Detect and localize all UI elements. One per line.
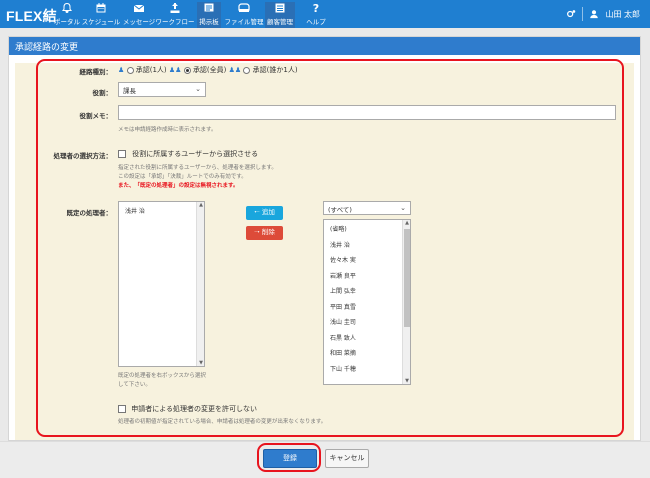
method-label: 処理者の選択方法： — [53, 152, 113, 160]
radio-label: 承認(1人) — [135, 66, 167, 74]
submit-button[interactable]: 登録 — [263, 449, 317, 468]
scroll-thumb[interactable] — [404, 229, 410, 327]
group-icon: ♟♟ — [168, 66, 182, 74]
nav-label: 掲示板 — [199, 18, 219, 26]
route-type-label: 経路種別： — [79, 68, 113, 76]
app-logo[interactable]: FLEX結 — [6, 6, 57, 26]
prevent-change-checkbox[interactable] — [118, 405, 126, 413]
customer-icon — [275, 3, 285, 13]
method-option: 役割に所属するユーザーから選択させる — [118, 149, 258, 159]
group-icon: ♟♟ — [228, 66, 242, 74]
radio-approve-anyone[interactable] — [243, 66, 251, 74]
add-button[interactable]: 🠐 追加 — [246, 206, 283, 220]
radio-label: 承認(誰か1人) — [252, 66, 298, 74]
default-handler-label: 既定の処理者： — [66, 209, 113, 217]
list-item[interactable]: 平田 真雪 — [324, 300, 410, 316]
panel-title: 承認経路の変更 — [9, 37, 640, 55]
delete-button[interactable]: 🠒 削除 — [246, 226, 283, 240]
memo-input[interactable] — [118, 105, 616, 120]
nav-board[interactable]: 掲示板 — [197, 2, 221, 28]
method-help-1: 指定された役割に所属するユーザーから、処理者を選択します。 — [118, 165, 277, 171]
bell-icon — [61, 2, 73, 13]
memo-label: 役割メモ： — [79, 112, 113, 120]
scroll-down-icon[interactable]: ▼ — [197, 360, 205, 366]
list-item[interactable]: 岩瀬 良平 — [324, 269, 410, 285]
list-item[interactable]: 浅井 治 — [119, 202, 204, 218]
delete-button-label: 削除 — [261, 228, 275, 236]
assigned-help-2: して下さい。 — [118, 382, 151, 388]
user-area: 山田 太郎 — [566, 7, 640, 21]
list-item[interactable]: 佐々木 実 — [324, 253, 410, 269]
nav-label: ヘルプ — [306, 18, 326, 26]
prevent-change-label[interactable]: 申請者による処理者の変更を許可しない — [131, 405, 257, 413]
top-navigation-bar: FLEX結 ポータル スケジュール メッセージ ワークフロー 掲示板 ファイル管… — [0, 0, 650, 28]
scroll-up-icon[interactable]: ▲ — [197, 202, 205, 208]
cancel-button[interactable]: キャンセル — [325, 449, 369, 468]
folder-icon — [238, 3, 250, 12]
divider — [582, 7, 584, 21]
list-item[interactable]: 石黒 致人 — [324, 331, 410, 347]
scroll-down-icon[interactable]: ▼ — [403, 378, 411, 384]
chevron-down-icon: ⌄ — [400, 204, 406, 212]
nav-label: メッセージ — [122, 18, 156, 26]
user-icon — [590, 10, 599, 19]
list-item[interactable]: 上間 弘幸 — [324, 284, 410, 300]
user-name[interactable]: 山田 太郎 — [605, 9, 640, 20]
nav-message[interactable]: メッセージ — [122, 2, 156, 28]
gear-icon[interactable] — [566, 9, 576, 19]
assigned-help-1: 既定の処理者を右ボックスから選択 — [118, 373, 206, 379]
nav-label: ポータル — [54, 18, 80, 26]
help-icon: ? — [313, 2, 319, 14]
single-person-icon: ♟ — [118, 66, 125, 74]
route-type-options: ♟ 承認(1人) ♟♟ 承認(全員) ♟♟ 承認(誰か1人) — [118, 65, 298, 75]
svg-text:?: ? — [313, 2, 319, 14]
list-item[interactable]: 下山 千穂 — [324, 362, 410, 378]
prevent-change-option: 申請者による処理者の変更を許可しない — [118, 404, 257, 414]
list-item[interactable]: 浅山 圭司 — [324, 315, 410, 331]
nav-label: 顧客管理 — [267, 18, 293, 26]
method-warning: また、「既定の処理者」の設定は無視されます。 — [118, 183, 239, 189]
radio-approve-one[interactable] — [126, 66, 134, 74]
nav-help[interactable]: ? ヘルプ — [305, 2, 327, 28]
role-label: 役割： — [92, 89, 113, 97]
list-item[interactable]: 和田 菜摘 — [324, 346, 410, 362]
nav-customer-management[interactable]: 顧客管理 — [265, 2, 295, 28]
chevron-down-icon: ⌄ — [195, 85, 201, 93]
scroll-up-icon[interactable]: ▲ — [403, 220, 411, 226]
memo-help: メモは申請経路作成時に表示されます。 — [118, 127, 217, 133]
method-checkbox[interactable] — [118, 150, 126, 158]
upload-icon — [170, 3, 180, 13]
list-item[interactable]: (省略) — [324, 222, 410, 238]
group-filter-value: (すべて) — [328, 206, 352, 214]
nav-label: ワークフロー — [155, 18, 195, 26]
candidate-list[interactable]: (省略) 浅井 治 佐々木 実 岩瀬 良平 上間 弘幸 平田 真雪 浅山 圭司 … — [323, 219, 411, 385]
assigned-handlers-list[interactable]: 浅井 治 ▲ ▼ — [118, 201, 205, 367]
nav-schedule[interactable]: スケジュール — [82, 2, 120, 28]
prevent-change-help: 処理者の初期値が指定されている場合、申請者は処理者の変更が出来なくなります。 — [118, 419, 327, 425]
nav-workflow[interactable]: ワークフロー — [156, 2, 195, 28]
scrollbar[interactable]: ▲ ▼ — [402, 220, 410, 384]
nav-file-management[interactable]: ファイル管理 — [224, 2, 264, 28]
role-select[interactable]: 課長 ⌄ — [118, 82, 206, 97]
scrollbar[interactable]: ▲ ▼ — [196, 202, 204, 366]
board-icon — [204, 3, 214, 12]
method-help-2: この設定は「承認」「決裁」ルートでのみ有効です。 — [118, 174, 247, 180]
list-item[interactable]: 浅井 治 — [324, 238, 410, 254]
arrow-right-icon: 🠒 — [254, 228, 260, 236]
nav-portal[interactable]: ポータル — [54, 2, 80, 28]
role-value: 課長 — [123, 87, 136, 95]
envelope-icon — [133, 4, 145, 12]
radio-approve-all[interactable] — [183, 66, 191, 74]
nav-label: ファイル管理 — [224, 18, 264, 26]
calendar-icon — [96, 3, 106, 13]
arrow-left-icon: 🠐 — [254, 208, 260, 216]
group-filter-select[interactable]: (すべて) ⌄ — [323, 201, 411, 215]
add-button-label: 追加 — [261, 208, 275, 216]
radio-label: 承認(全員) — [192, 66, 227, 74]
nav-label: スケジュール — [81, 18, 121, 26]
method-checkbox-label[interactable]: 役割に所属するユーザーから選択させる — [132, 150, 258, 158]
